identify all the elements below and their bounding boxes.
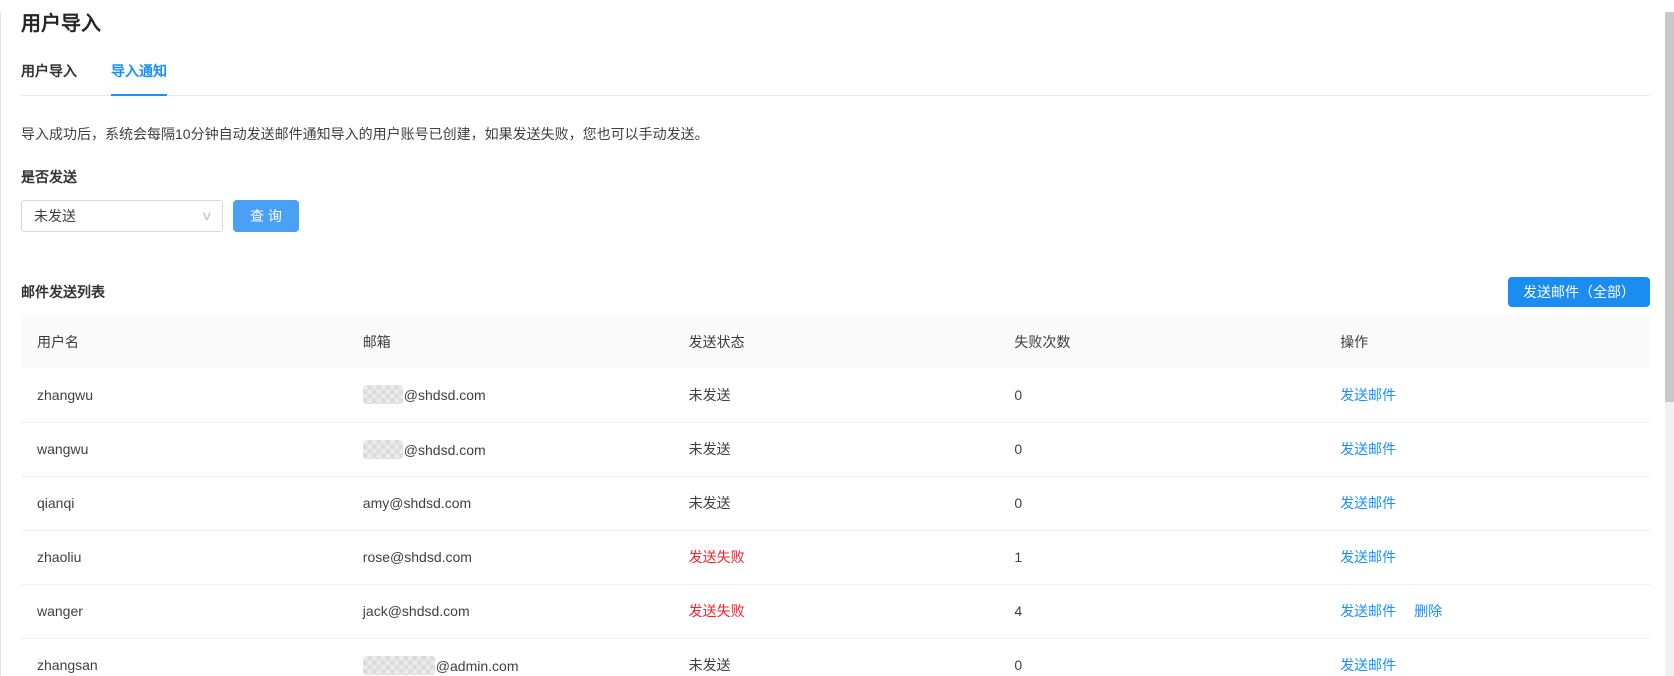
send-email-link[interactable]: 发送邮件: [1340, 387, 1396, 403]
username-cell: zhaoliu: [21, 530, 347, 584]
col-header-actions: 操作: [1324, 315, 1650, 368]
query-button[interactable]: 查 询: [233, 200, 299, 232]
filter-label: 是否发送: [21, 167, 1650, 187]
tab-bar: 用户导入 导入通知: [21, 61, 1650, 96]
send-email-link[interactable]: 发送邮件: [1340, 603, 1396, 619]
fail-count-cell: 0: [998, 422, 1324, 476]
username-cell: zhangsan: [21, 638, 347, 676]
email-cell: @admin.com: [347, 638, 673, 676]
censored-email-blur: [363, 385, 403, 404]
page: 用户导入 用户导入 导入通知 导入成功后，系统会每隔10分钟自动发送邮件通知导入…: [1, 12, 1674, 676]
status-text: 未发送: [689, 657, 731, 673]
send-email-link[interactable]: 发送邮件: [1340, 495, 1396, 511]
table-row: zhaoliurose@shdsd.com 发送失败 1 发送邮件: [21, 530, 1650, 584]
send-status-cell: 未发送: [673, 422, 999, 476]
status-text: 发送失败: [689, 549, 745, 565]
send-status-cell: 发送失败: [673, 530, 999, 584]
status-text: 未发送: [689, 441, 731, 457]
delete-link[interactable]: 删除: [1414, 603, 1442, 619]
col-header-email: 邮箱: [347, 315, 673, 368]
email-cell: amy@shdsd.com: [347, 476, 673, 530]
col-header-fail-count: 失败次数: [998, 315, 1324, 368]
list-title: 邮件发送列表: [21, 282, 105, 302]
tab-user-import[interactable]: 用户导入: [21, 61, 77, 96]
censored-email-blur: [363, 656, 435, 675]
username-cell: qianqi: [21, 476, 347, 530]
email-cell: @shdsd.com: [347, 422, 673, 476]
scrollbar-track[interactable]: [1665, 12, 1674, 676]
chevron-down-icon: ∨: [201, 209, 213, 224]
fail-count-cell: 1: [998, 530, 1324, 584]
send-status-select[interactable]: 未发送 ∨: [21, 200, 223, 232]
table-row: zhangsan@admin.com 未发送 0 发送邮件: [21, 638, 1650, 676]
col-header-status: 发送状态: [673, 315, 999, 368]
status-text: 未发送: [689, 495, 731, 511]
fail-count-cell: 0: [998, 638, 1324, 676]
status-text: 未发送: [689, 387, 731, 403]
table-header-row: 用户名 邮箱 发送状态 失败次数 操作: [21, 315, 1650, 368]
page-title: 用户导入: [21, 12, 1650, 36]
email-cell: rose@shdsd.com: [347, 530, 673, 584]
email-send-table: 用户名 邮箱 发送状态 失败次数 操作 zhangwu@shdsd.com 未发送…: [21, 315, 1650, 676]
select-value: 未发送: [34, 206, 76, 226]
actions-cell: 发送邮件: [1324, 476, 1650, 530]
actions-cell: 发送邮件: [1324, 368, 1650, 422]
description-text: 导入成功后，系统会每隔10分钟自动发送邮件通知导入的用户账号已创建，如果发送失败…: [21, 124, 1650, 144]
send-email-link[interactable]: 发送邮件: [1340, 657, 1396, 673]
send-email-link[interactable]: 发送邮件: [1340, 441, 1396, 457]
status-text: 发送失败: [689, 603, 745, 619]
fail-count-cell: 4: [998, 584, 1324, 638]
actions-cell: 发送邮件: [1324, 638, 1650, 676]
censored-email-blur: [363, 440, 403, 459]
send-email-link[interactable]: 发送邮件: [1340, 549, 1396, 565]
fail-count-cell: 0: [998, 368, 1324, 422]
send-status-cell: 发送失败: [673, 584, 999, 638]
send-all-button[interactable]: 发送邮件（全部）: [1508, 277, 1650, 307]
email-cell: jack@shdsd.com: [347, 584, 673, 638]
send-status-cell: 未发送: [673, 476, 999, 530]
send-status-cell: 未发送: [673, 638, 999, 676]
table-row: qianqiamy@shdsd.com 未发送 0 发送邮件: [21, 476, 1650, 530]
table-row: wangerjack@shdsd.com 发送失败 4 发送邮件 删除: [21, 584, 1650, 638]
col-header-username: 用户名: [21, 315, 347, 368]
table-row: zhangwu@shdsd.com 未发送 0 发送邮件: [21, 368, 1650, 422]
fail-count-cell: 0: [998, 476, 1324, 530]
username-cell: wanger: [21, 584, 347, 638]
actions-cell: 发送邮件: [1324, 422, 1650, 476]
table-row: wangwu@shdsd.com 未发送 0 发送邮件: [21, 422, 1650, 476]
send-status-cell: 未发送: [673, 368, 999, 422]
tab-import-notification[interactable]: 导入通知: [111, 61, 167, 96]
username-cell: zhangwu: [21, 368, 347, 422]
list-header: 邮件发送列表 发送邮件（全部）: [21, 276, 1650, 308]
actions-cell: 发送邮件 删除: [1324, 584, 1650, 638]
filter-row: 未发送 ∨ 查 询: [21, 200, 1650, 232]
username-cell: wangwu: [21, 422, 347, 476]
scrollbar-thumb[interactable]: [1665, 12, 1674, 402]
actions-cell: 发送邮件: [1324, 530, 1650, 584]
email-cell: @shdsd.com: [347, 368, 673, 422]
